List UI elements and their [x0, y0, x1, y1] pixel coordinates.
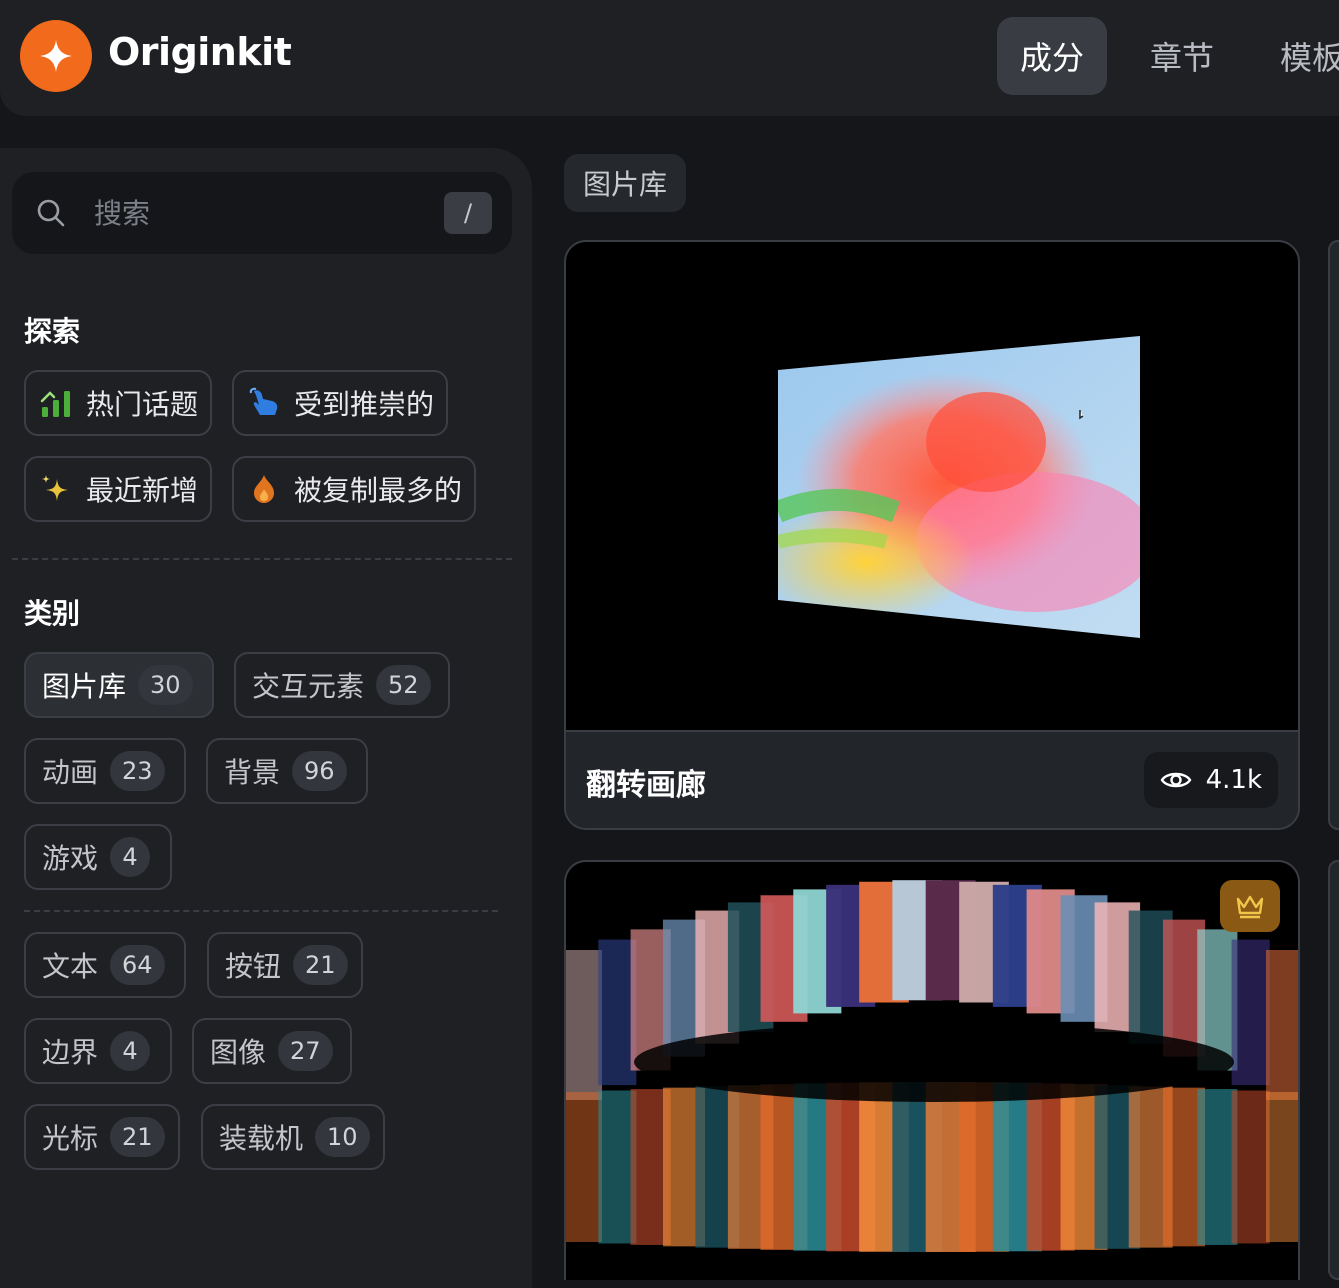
pointing-hand-icon	[248, 387, 280, 419]
component-card[interactable]: 翻转画廊 4.1k	[564, 240, 1300, 830]
explore-most-copied-label: 被复制最多的	[294, 474, 463, 507]
explore-recent[interactable]: 最近新增	[24, 456, 212, 522]
ring-tile	[1231, 939, 1270, 1086]
explore-recent-label: 最近新增	[86, 474, 199, 507]
category-games[interactable]: 游戏 4	[24, 824, 172, 890]
category-label: 装载机	[219, 1122, 304, 1155]
search-icon	[37, 199, 65, 227]
logo-icon[interactable]	[20, 20, 92, 92]
category-background[interactable]: 背景 96	[206, 738, 368, 804]
tab-templates[interactable]: 模板	[1262, 17, 1339, 95]
category-label: 光标	[42, 1122, 99, 1155]
category-animation[interactable]: 动画 23	[24, 738, 186, 804]
crown-icon	[1236, 895, 1264, 919]
next-card-edge	[1328, 240, 1339, 830]
category-images[interactable]: 图像 27	[192, 1018, 352, 1084]
explore-most-copied[interactable]: 被复制最多的	[232, 456, 476, 522]
card-preview-image	[566, 242, 1298, 732]
category-count: 52	[376, 665, 431, 705]
category-label: 边界	[42, 1036, 99, 1069]
category-count: 21	[110, 1117, 165, 1157]
sidebar: / 探索 热门话题 受到推崇的 最近新增	[0, 148, 532, 1288]
ring-tile	[1197, 1089, 1238, 1245]
category-label: 图像	[210, 1036, 267, 1069]
explore-trending-label: 热门话题	[86, 388, 199, 421]
tab-sections[interactable]: 章节	[1130, 17, 1234, 95]
category-borders[interactable]: 边界 4	[24, 1018, 172, 1084]
categories-heading: 类别	[24, 597, 81, 630]
premium-badge	[1220, 880, 1280, 932]
ring-tile	[1266, 950, 1298, 1100]
category-count: 30	[138, 665, 193, 705]
ring-tile	[1266, 1092, 1298, 1242]
divider	[12, 558, 512, 560]
category-label: 交互元素	[252, 670, 365, 703]
category-label: 图片库	[42, 670, 127, 703]
card-footer: 翻转画廊 4.1k	[566, 730, 1298, 828]
top-navbar: Originkit 成分 章节 模板	[0, 0, 1339, 116]
component-card[interactable]	[564, 860, 1300, 1280]
category-label: 文本	[42, 950, 99, 983]
category-gallery[interactable]: 图片库 30	[24, 652, 214, 718]
sparkles-icon	[40, 473, 72, 505]
category-count: 4	[110, 1031, 151, 1071]
card-title[interactable]: 翻转画廊	[586, 760, 706, 804]
ring-tile	[1231, 1090, 1270, 1244]
category-label: 游戏	[42, 842, 99, 875]
eye-icon	[1160, 772, 1192, 788]
category-count: 4	[110, 837, 151, 877]
ring-tile	[566, 1092, 602, 1242]
category-count: 21	[293, 945, 348, 985]
brand-name[interactable]: Originkit	[108, 30, 292, 74]
category-count: 27	[278, 1031, 333, 1071]
category-interactive[interactable]: 交互元素 52	[234, 652, 450, 718]
category-label: 动画	[42, 756, 99, 789]
category-cursors[interactable]: 光标 21	[24, 1104, 180, 1170]
explore-heading: 探索	[24, 315, 81, 348]
category-count: 64	[110, 945, 165, 985]
tab-components[interactable]: 成分	[997, 17, 1107, 95]
category-text[interactable]: 文本 64	[24, 932, 186, 998]
explore-trending[interactable]: 热门话题	[24, 370, 212, 436]
next-card-edge	[1328, 860, 1339, 1280]
flame-icon	[248, 473, 280, 505]
card-preview-image	[566, 862, 1298, 1280]
category-label: 按钮	[225, 950, 282, 983]
category-count: 23	[110, 751, 165, 791]
category-count: 96	[292, 751, 347, 791]
category-buttons[interactable]: 按钮 21	[207, 932, 363, 998]
trending-bars-icon	[40, 387, 72, 419]
shortcut-key: /	[444, 192, 492, 234]
current-category-tag: 图片库	[564, 154, 686, 212]
search-input[interactable]	[94, 192, 434, 234]
category-loaders[interactable]: 装载机 10	[201, 1104, 385, 1170]
ring-shadow	[634, 1022, 1234, 1102]
explore-recommended-label: 受到推崇的	[294, 388, 435, 421]
category-label: 背景	[224, 756, 281, 789]
divider	[24, 910, 498, 912]
ring-tile	[566, 950, 602, 1100]
view-count-value: 4.1k	[1205, 765, 1262, 795]
category-count: 10	[315, 1117, 370, 1157]
explore-recommended[interactable]: 受到推崇的	[232, 370, 448, 436]
search-box[interactable]: /	[12, 172, 512, 254]
view-count: 4.1k	[1143, 752, 1278, 808]
